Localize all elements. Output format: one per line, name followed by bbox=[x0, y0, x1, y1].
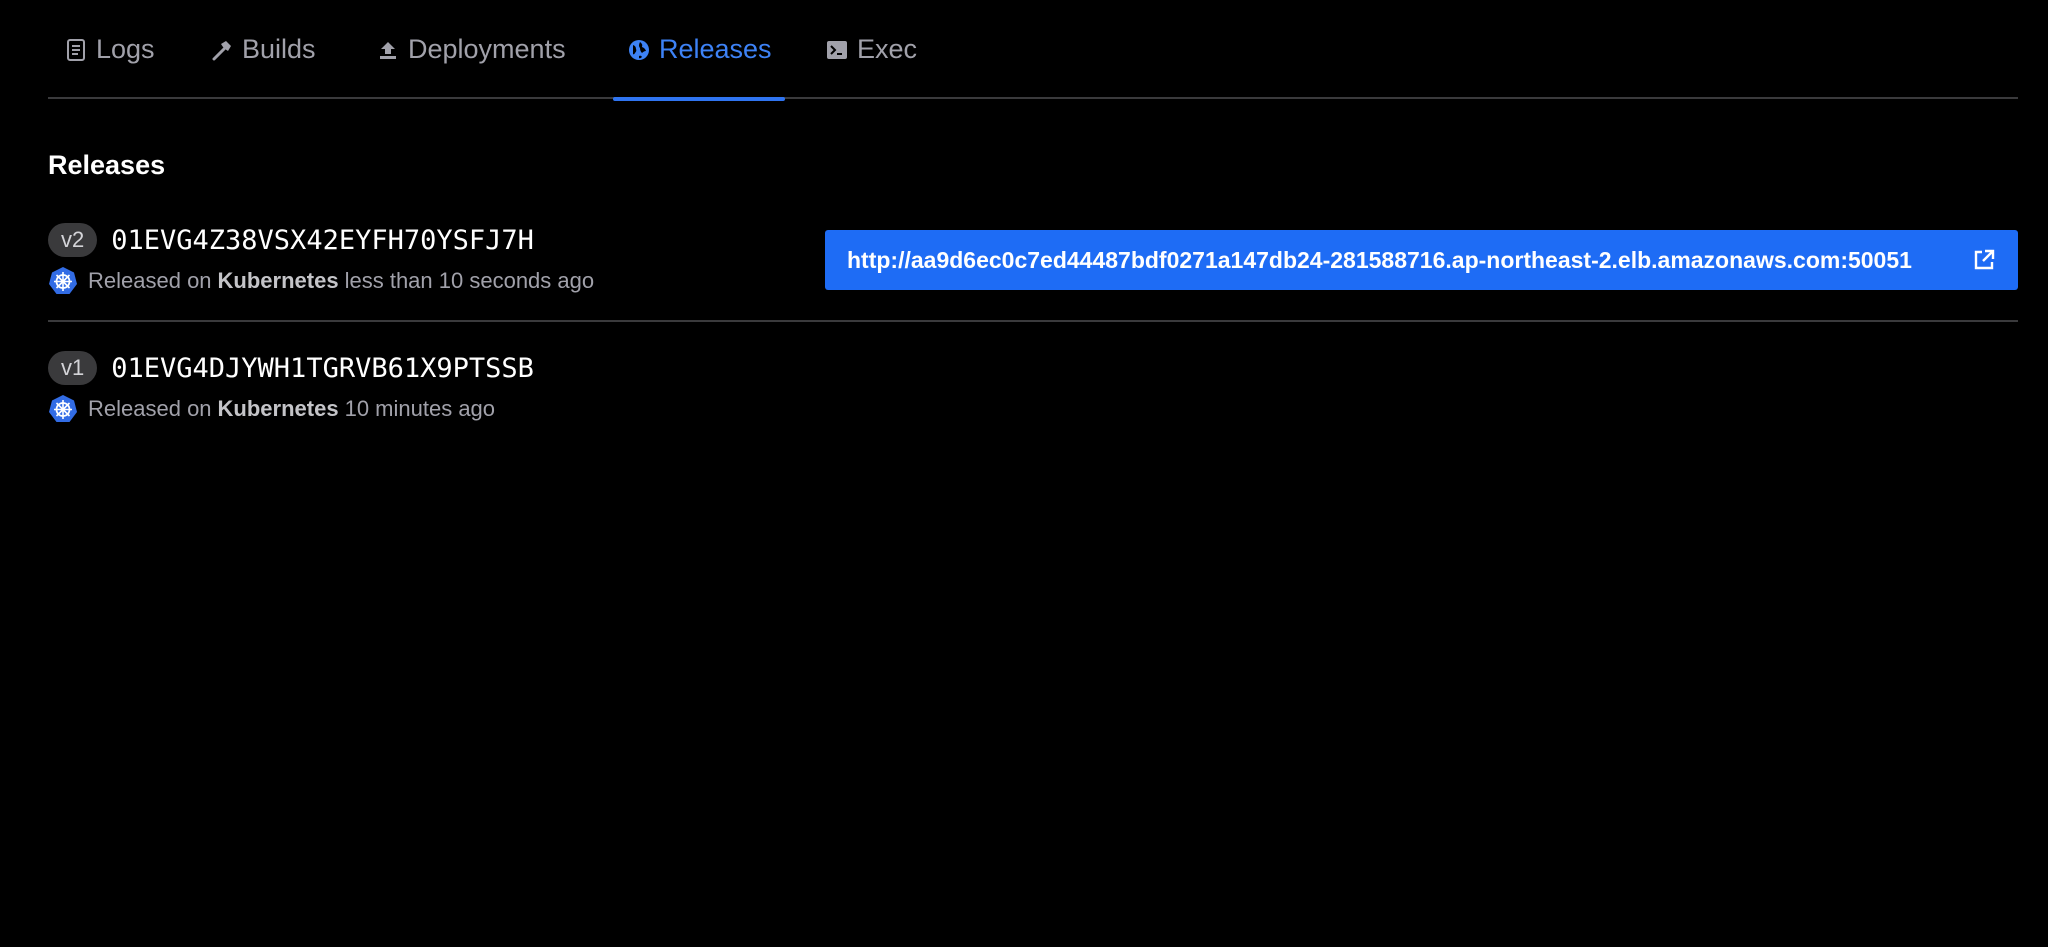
version-badge: v2 bbox=[48, 223, 98, 257]
release-url: http://aa9d6ec0c7ed44487bdf0271a147db24-… bbox=[847, 246, 1912, 273]
tab-exec-label: Exec bbox=[857, 34, 918, 64]
release-meta: Released on Kubernetes 10 minutes ago bbox=[48, 394, 2018, 424]
kubernetes-icon bbox=[48, 266, 78, 296]
tab-exec[interactable]: Exec bbox=[825, 0, 917, 99]
platform-name: Kubernetes bbox=[217, 268, 339, 293]
release-item: v1 01EVG4DJYWH1TGRVB61X9PTSSB Released o… bbox=[48, 350, 2018, 430]
tab-logs[interactable]: Logs bbox=[64, 0, 155, 99]
kubernetes-icon bbox=[48, 394, 78, 424]
tab-releases-label: Releases bbox=[659, 34, 772, 64]
tab-builds-label: Builds bbox=[242, 34, 316, 64]
tab-builds[interactable]: Builds bbox=[210, 0, 316, 99]
page: Logs Builds Deployments Releases Exec Re… bbox=[0, 0, 2048, 947]
release-id: 01EVG4DJYWH1TGRVB61X9PTSSB bbox=[111, 352, 534, 384]
globe-icon bbox=[627, 38, 651, 62]
release-header: v1 01EVG4DJYWH1TGRVB61X9PTSSB bbox=[48, 350, 2018, 386]
hammer-icon bbox=[210, 38, 234, 62]
tab-logs-label: Logs bbox=[96, 34, 155, 64]
tab-deployments[interactable]: Deployments bbox=[376, 0, 566, 99]
release-url-button[interactable]: http://aa9d6ec0c7ed44487bdf0271a147db24-… bbox=[825, 230, 2018, 290]
external-link-icon bbox=[1972, 248, 1996, 272]
version-badge: v1 bbox=[48, 351, 98, 385]
release-id: 01EVG4Z38VSX42EYFH70YSFJ7H bbox=[111, 224, 534, 256]
terminal-icon bbox=[825, 38, 849, 62]
platform-name: Kubernetes bbox=[217, 396, 339, 421]
tab-deployments-label: Deployments bbox=[408, 34, 566, 64]
release-time: less than 10 seconds ago bbox=[344, 268, 595, 293]
released-on-label: Released on bbox=[88, 268, 212, 293]
upload-icon bbox=[376, 38, 400, 62]
tab-releases[interactable]: Releases bbox=[613, 0, 785, 101]
section-title: Releases bbox=[48, 150, 166, 180]
document-icon bbox=[64, 38, 88, 62]
release-item: v2 01EVG4Z38VSX42EYFH70YSFJ7H Released o… bbox=[48, 222, 2018, 322]
release-time: 10 minutes ago bbox=[344, 396, 496, 421]
tab-bar: Logs Builds Deployments Releases Exec bbox=[48, 0, 2018, 101]
released-on-label: Released on bbox=[88, 396, 212, 421]
